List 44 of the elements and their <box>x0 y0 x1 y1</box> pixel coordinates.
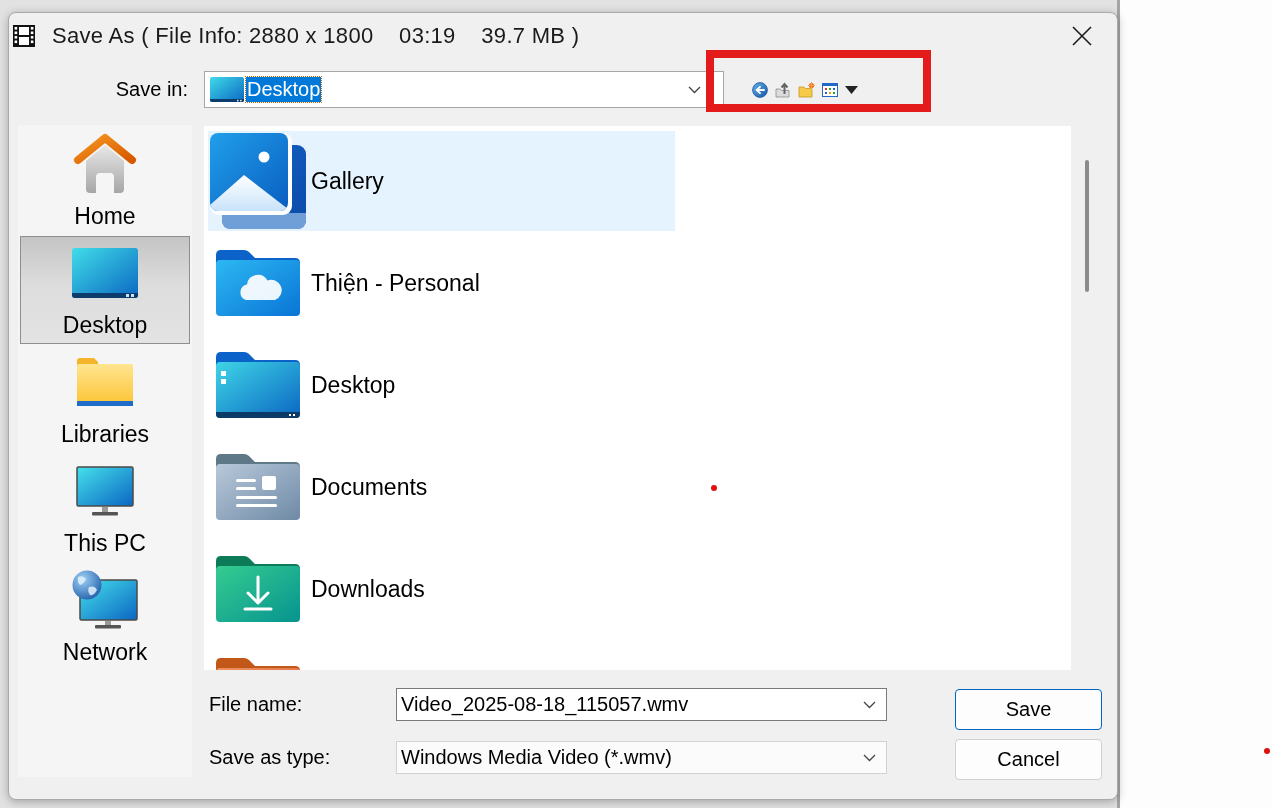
save-in-dropdown[interactable]: Desktop <box>204 71 724 108</box>
file-item[interactable]: Documents <box>208 437 675 537</box>
dialog-button[interactable]: Cancel <box>955 739 1102 780</box>
chevron-down-icon[interactable] <box>688 85 701 94</box>
place-item[interactable]: Desktop <box>20 236 190 344</box>
marker-dot-icon <box>711 485 717 491</box>
home-icon <box>72 133 138 195</box>
gallery-icon <box>210 133 306 229</box>
documents-folder-icon <box>216 454 300 520</box>
place-item[interactable]: This PC <box>20 454 190 562</box>
place-item[interactable]: Home <box>20 127 190 235</box>
dropdown-triangle-icon[interactable] <box>845 85 858 94</box>
new-folder-icon[interactable] <box>798 81 815 98</box>
chevron-down-icon[interactable] <box>863 700 876 709</box>
place-item[interactable]: Libraries <box>20 345 190 453</box>
desktop-icon <box>210 77 244 102</box>
file-item[interactable]: Gallery <box>208 131 675 231</box>
file-name-label: File name: <box>208 693 304 716</box>
file-item[interactable]: Downloads <box>208 539 675 639</box>
cloud-folder-icon <box>216 250 300 316</box>
back-icon[interactable] <box>752 81 768 98</box>
save-type-label: Save as type: <box>208 746 332 769</box>
marker-dot-icon <box>1264 748 1270 754</box>
desktop-folder-icon <box>216 352 300 418</box>
view-menu-icon[interactable] <box>822 81 838 98</box>
chevron-down-icon[interactable] <box>863 753 876 762</box>
file-name-field[interactable]: Video_2025-08-18_115057.wmv <box>396 688 887 721</box>
file-item[interactable]: Desktop <box>208 335 675 435</box>
save-in-label: Save in: <box>114 78 188 101</box>
desktop-icon <box>72 248 138 298</box>
downloads-folder-icon <box>216 556 300 622</box>
up-folder-icon[interactable] <box>775 81 791 98</box>
monitor-icon <box>76 466 134 516</box>
dropdown-value: Desktop <box>246 77 322 102</box>
file-item[interactable]: Thiện - Personal <box>208 233 675 333</box>
scrollbar-thumb[interactable] <box>1085 160 1089 292</box>
close-icon <box>1072 26 1092 46</box>
dialog-button[interactable]: Save <box>955 689 1102 730</box>
network-icon <box>72 570 138 630</box>
save-type-dropdown[interactable]: Windows Media Video (*.wmv) <box>396 741 887 774</box>
folder-icon <box>76 357 134 407</box>
place-item[interactable]: Network <box>20 563 190 671</box>
film-strip-icon <box>12 24 36 48</box>
window-title: Save As ( File Info: 2880 x 1800 03:19 39.7 MB ) <box>52 23 580 49</box>
